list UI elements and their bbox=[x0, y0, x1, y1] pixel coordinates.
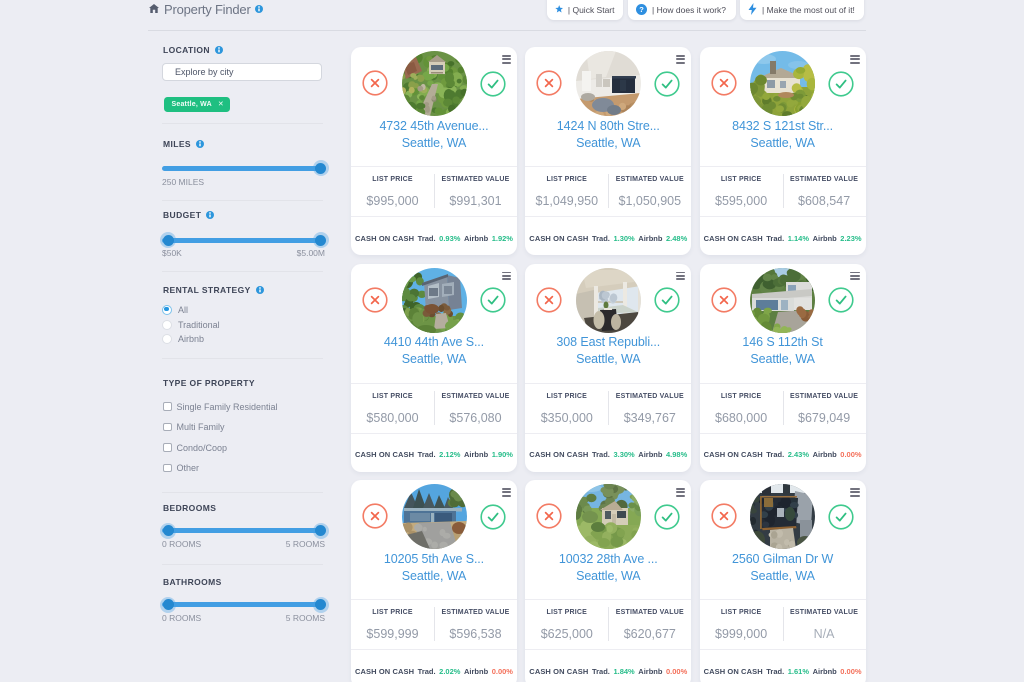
svg-text:?: ? bbox=[639, 5, 644, 14]
